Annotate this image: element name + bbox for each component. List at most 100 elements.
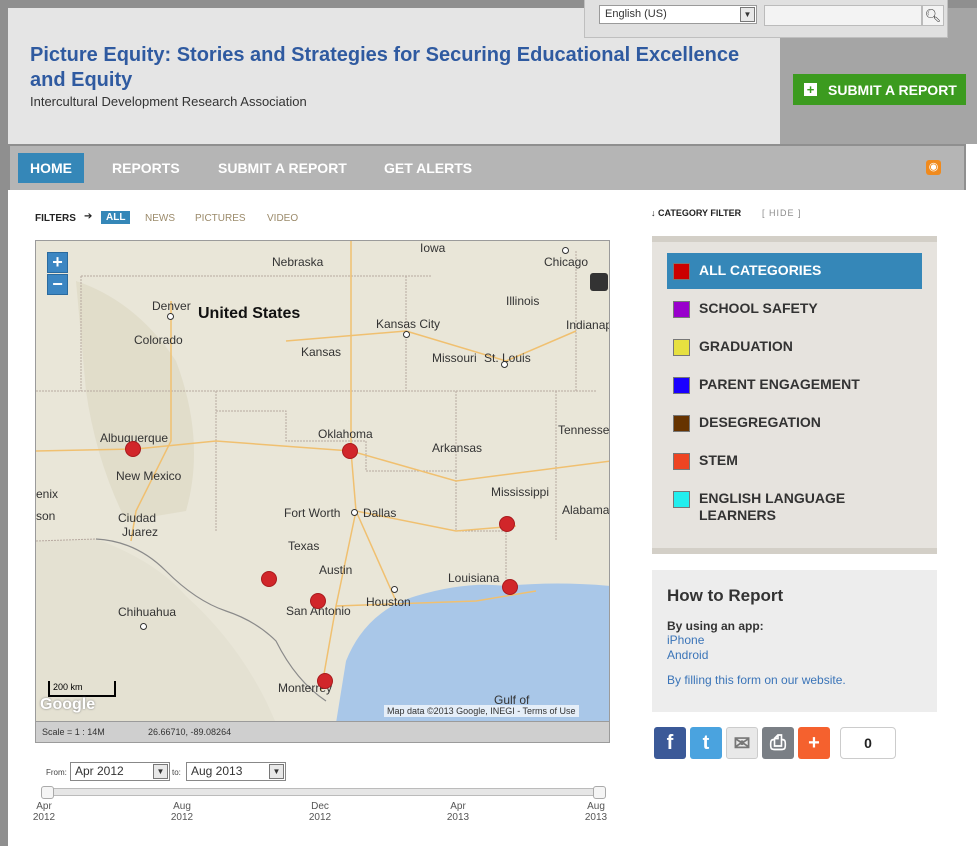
- site-title[interactable]: Picture Equity: Stories and Strategies f…: [30, 43, 770, 93]
- city-dot: [140, 623, 147, 630]
- report-marker[interactable]: [499, 516, 515, 532]
- city-dot: [403, 331, 410, 338]
- map-label: enix: [36, 487, 59, 501]
- zoom-in-button[interactable]: +: [47, 252, 68, 273]
- print-icon[interactable]: ⎙: [762, 727, 794, 759]
- map-label: Missouri: [432, 351, 477, 365]
- report-marker[interactable]: [125, 441, 141, 457]
- timeline-tick: Apr 2012: [32, 801, 56, 823]
- report-marker[interactable]: [502, 579, 518, 595]
- twitter-icon[interactable]: t: [690, 727, 722, 759]
- iphone-link[interactable]: iPhone: [667, 633, 704, 647]
- date-slider-track[interactable]: [43, 788, 605, 796]
- map-label: Dallas: [363, 506, 397, 520]
- web-form-link[interactable]: By filling this form on our website.: [667, 673, 846, 687]
- submit-report-button[interactable]: + SUBMIT A REPORT: [793, 74, 966, 105]
- search-button[interactable]: 🔍︎: [922, 5, 944, 26]
- language-value: English (US): [605, 8, 667, 20]
- map[interactable]: + − Iowa Chicago Nebraska Illinois India…: [35, 240, 610, 722]
- category-english-language-learners[interactable]: ENGLISH LANGUAGE LEARNERS: [667, 481, 922, 527]
- city-dot: [391, 586, 398, 593]
- filters-label: FILTERS: [35, 213, 76, 224]
- layers-icon[interactable]: [590, 273, 608, 291]
- map-label: Houston: [366, 595, 411, 609]
- nav-get-alerts[interactable]: GET ALERTS: [372, 153, 484, 183]
- map-label: United States: [198, 305, 301, 322]
- to-date-value: Aug 2013: [191, 764, 243, 778]
- hide-categories-link[interactable]: [ HIDE ]: [762, 208, 802, 218]
- report-marker[interactable]: [317, 673, 333, 689]
- google-logo: Google: [40, 696, 96, 713]
- report-marker[interactable]: [310, 593, 326, 609]
- timeline-tick: Aug 2012: [170, 801, 194, 823]
- map-label: Nebraska: [272, 255, 324, 269]
- map-label: Juarez: [122, 525, 159, 539]
- map-label: Indianap: [566, 318, 610, 332]
- category-school-safety[interactable]: SCHOOL SAFETY: [667, 291, 922, 327]
- map-label: Arkansas: [432, 441, 483, 455]
- category-swatch: [673, 491, 690, 508]
- map-label: Ciudad: [118, 511, 157, 525]
- add-share-icon[interactable]: +: [798, 727, 830, 759]
- report-marker[interactable]: [261, 571, 277, 587]
- city-dot: [351, 509, 358, 516]
- email-icon[interactable]: ✉: [726, 727, 758, 759]
- site-subtitle: Intercultural Development Research Assoc…: [30, 94, 307, 109]
- category-swatch: [673, 263, 690, 280]
- category-swatch: [673, 339, 690, 356]
- submit-report-label: SUBMIT A REPORT: [828, 82, 957, 98]
- category-swatch: [673, 377, 690, 394]
- category-parent-engagement[interactable]: PARENT ENGAGEMENT: [667, 367, 922, 403]
- filter-pictures[interactable]: PICTURES: [195, 213, 246, 224]
- nav-reports[interactable]: REPORTS: [100, 153, 192, 183]
- category-graduation[interactable]: GRADUATION: [667, 329, 922, 365]
- filter-all[interactable]: ALL: [101, 211, 131, 224]
- chevron-down-icon: ▼: [740, 7, 755, 22]
- outer-frame-left: [0, 0, 8, 846]
- nav-submit-report[interactable]: SUBMIT A REPORT: [206, 153, 359, 183]
- zoom-out-button[interactable]: −: [47, 274, 68, 295]
- from-date-select[interactable]: Apr 2012 ▼: [70, 762, 170, 781]
- timeline-tick: Apr 2013: [446, 801, 470, 823]
- map-scale-text: Scale = 1 : 14M: [42, 727, 105, 737]
- rss-icon[interactable]: ◉: [926, 160, 941, 175]
- facebook-icon[interactable]: f: [654, 727, 686, 759]
- from-label: From:: [46, 768, 67, 777]
- filter-video[interactable]: VIDEO: [267, 213, 298, 224]
- category-desegregation[interactable]: DESEGREGATION: [667, 405, 922, 441]
- category-filter-title: ↓ CATEGORY FILTER: [651, 208, 742, 218]
- map-label: Colorado: [134, 333, 183, 347]
- map-footer: Scale = 1 : 14M 26.66710, -89.08264: [35, 722, 610, 743]
- filter-news[interactable]: NEWS: [145, 213, 175, 224]
- search-input[interactable]: [764, 5, 922, 26]
- map-attribution[interactable]: Map data ©2013 Google, INEGI - Terms of …: [384, 705, 579, 717]
- date-slider-end-handle[interactable]: [593, 786, 606, 799]
- nav-home[interactable]: HOME: [18, 153, 84, 183]
- map-label: Kansas City: [376, 317, 441, 331]
- arrow-right-icon: ➔: [84, 211, 93, 222]
- how-to-report-title: How to Report: [667, 586, 784, 605]
- map-label: Iowa: [420, 241, 446, 255]
- city-dot: [501, 361, 508, 368]
- map-label: Denver: [152, 299, 191, 313]
- map-label: Oklahoma: [318, 427, 373, 441]
- from-date-value: Apr 2012: [75, 764, 124, 778]
- map-label: Chicago: [544, 255, 589, 269]
- map-label: Louisiana: [448, 571, 500, 585]
- report-marker[interactable]: [342, 443, 358, 459]
- map-label: New Mexico: [116, 469, 182, 483]
- map-label: Austin: [319, 563, 353, 577]
- to-label: to:: [172, 768, 181, 777]
- category-all[interactable]: ALL CATEGORIES: [667, 253, 922, 289]
- to-date-select[interactable]: Aug 2013 ▼: [186, 762, 286, 781]
- city-dot: [167, 313, 174, 320]
- search-icon: 🔍︎: [924, 8, 942, 23]
- map-label: Alabama: [562, 503, 610, 517]
- map-scale-bar: 200 km: [48, 681, 116, 697]
- language-select[interactable]: English (US) ▼: [599, 5, 757, 24]
- android-link[interactable]: Android: [667, 648, 708, 662]
- category-stem[interactable]: STEM: [667, 443, 922, 479]
- date-slider-start-handle[interactable]: [41, 786, 54, 799]
- share-count: 0: [840, 727, 896, 759]
- category-swatch: [673, 301, 690, 318]
